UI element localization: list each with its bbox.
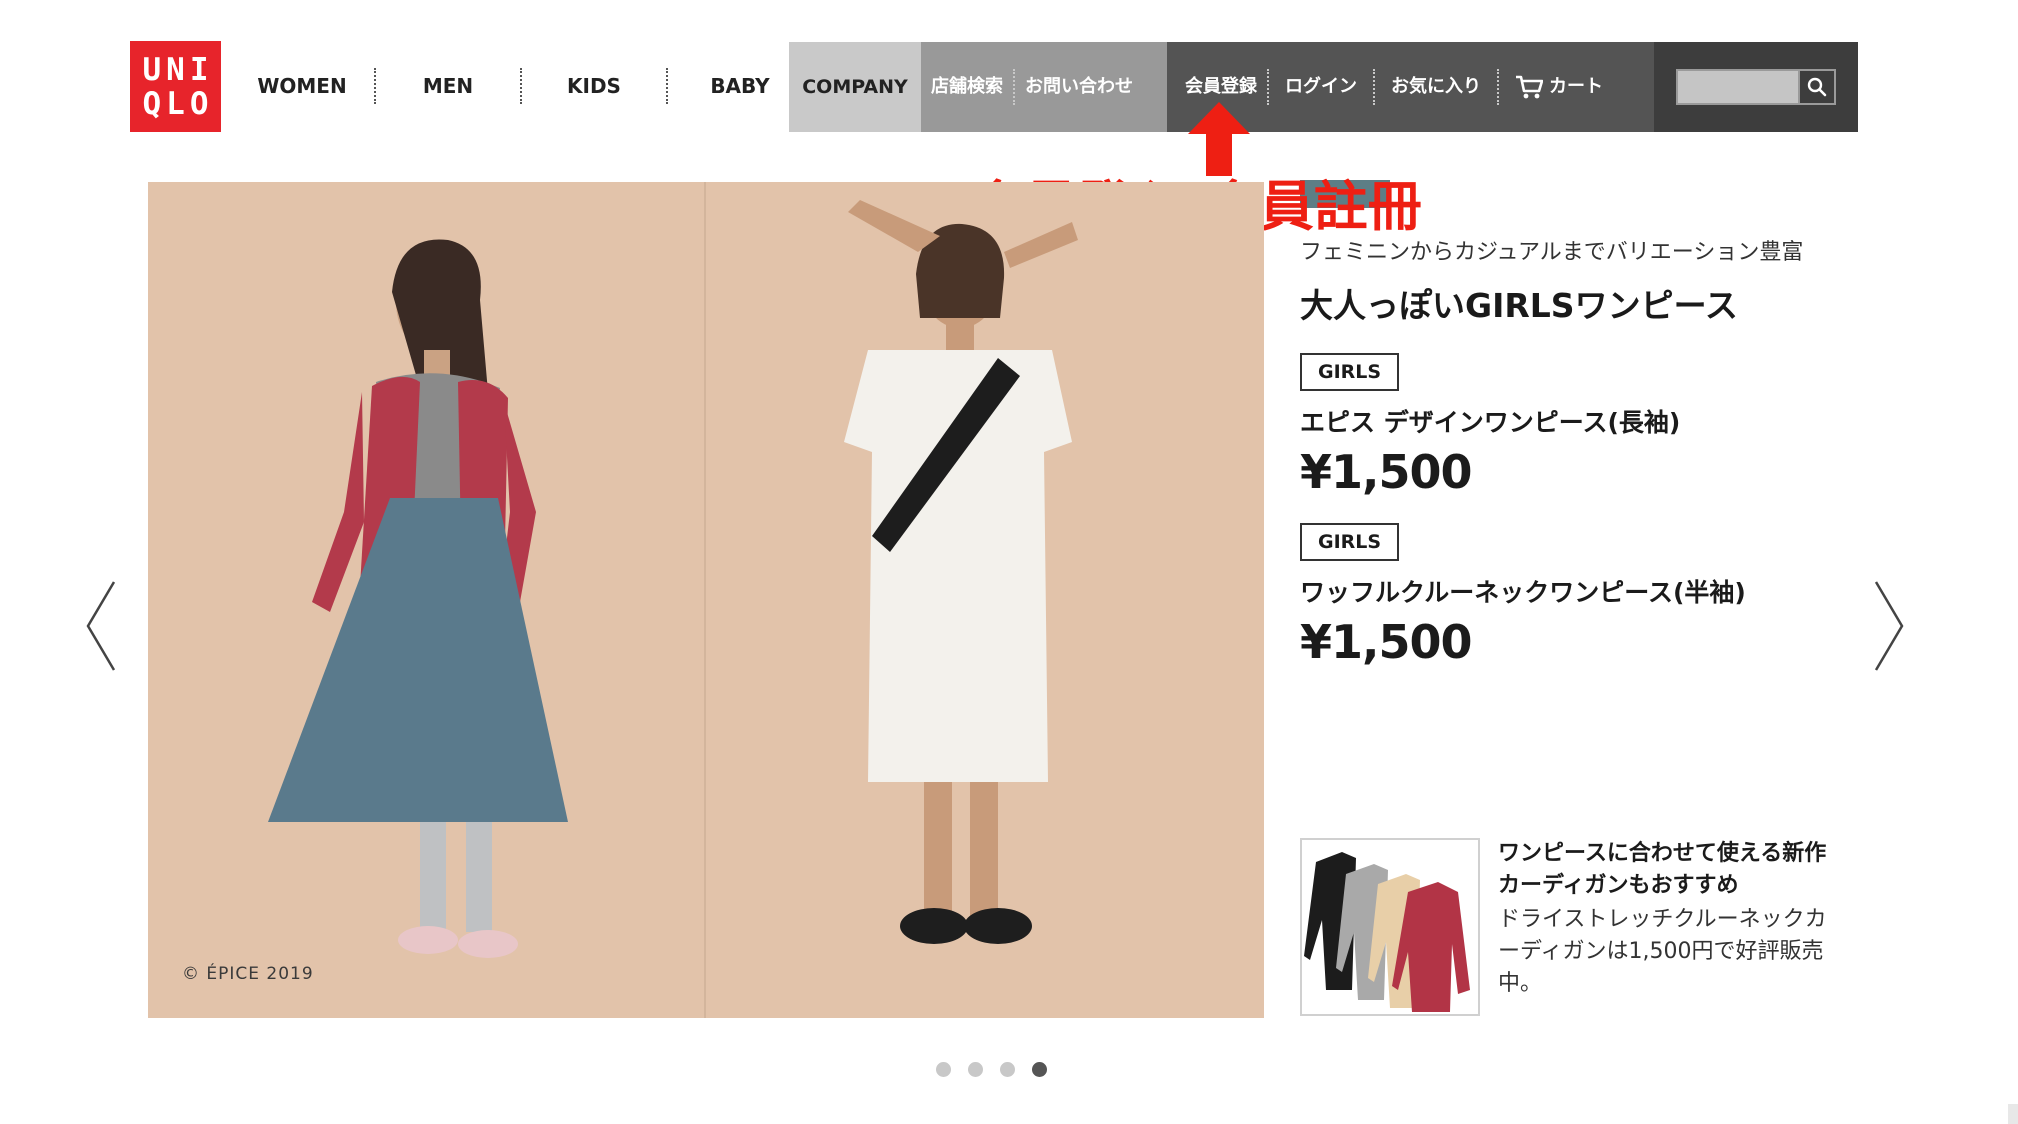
nav-men[interactable]: MEN — [376, 68, 522, 104]
hero-divider — [704, 182, 706, 1018]
nav-kids[interactable]: KIDS — [522, 68, 668, 104]
favorites-link[interactable]: お気に入り — [1375, 69, 1499, 105]
category-badge: GIRLS — [1300, 353, 1400, 391]
hero-copyright: © ÉPICE 2019 — [182, 964, 314, 984]
carousel-dots — [936, 1062, 1047, 1077]
nav-women[interactable]: WOMEN — [230, 68, 376, 104]
product-info-panel: フェミニンからカジュアルまでバリエーション豊富 大人っぽいGIRLSワンピース … — [1300, 236, 1860, 669]
up-arrow-icon — [1188, 102, 1250, 176]
company-link[interactable]: COMPANY — [789, 42, 921, 132]
utility-group-info: 店舗検索 お問い合わせ — [921, 42, 1167, 132]
hero-illustration — [268, 200, 1078, 958]
search-icon — [1807, 77, 1827, 97]
utility-nav: COMPANY 店舗検索 お問い合わせ 会員登録 ログイン お気に入り カート — [789, 42, 1858, 132]
chevron-left-icon[interactable] — [84, 578, 118, 674]
product-name[interactable]: ワッフルクルーネックワンピース(半袖) — [1300, 573, 1860, 609]
hero-image[interactable]: © ÉPICE 2019 — [148, 182, 1264, 1018]
product-name[interactable]: エピス デザインワンピース(長袖) — [1300, 403, 1860, 439]
chevron-right-icon[interactable] — [1872, 578, 1906, 674]
product-item[interactable]: GIRLS エピス デザインワンピース(長袖) ¥1,500 — [1300, 353, 1860, 499]
category-nav: WOMEN MEN KIDS BABY — [230, 52, 812, 120]
promo-text: ワンピースに合わせて使える新作カーディガンもおすすめ ドライストレッチクルーネッ… — [1498, 838, 1838, 1000]
search-box — [1654, 42, 1858, 132]
register-link[interactable]: 会員登録 — [1167, 69, 1269, 105]
login-link[interactable]: ログイン — [1269, 69, 1375, 105]
search-button[interactable] — [1798, 69, 1836, 105]
feature-subtitle: フェミニンからカジュアルまでバリエーション豊富 — [1300, 240, 1804, 265]
carousel-dot-2[interactable] — [968, 1062, 983, 1077]
product-price: ¥1,500 — [1300, 445, 1473, 499]
cardigan-thumbnail — [1304, 852, 1470, 1012]
uniqlo-logo[interactable]: UNI QLO — [130, 41, 221, 132]
contact-link[interactable]: お問い合わせ — [1015, 69, 1143, 105]
left-model-figure — [268, 239, 568, 958]
feature-headline[interactable]: 大人っぽいGIRLSワンピース — [1300, 279, 1860, 327]
cart-link[interactable]: カート — [1499, 69, 1613, 105]
product-item[interactable]: GIRLS ワッフルクルーネックワンピース(半袖) ¥1,500 — [1300, 523, 1860, 669]
carousel-dot-3[interactable] — [1000, 1062, 1015, 1077]
carousel-dot-4[interactable] — [1032, 1062, 1047, 1077]
page-edge-mark — [2008, 1104, 2018, 1124]
carousel-dot-1[interactable] — [936, 1062, 951, 1077]
right-model-figure — [844, 200, 1078, 944]
search-input[interactable] — [1676, 69, 1798, 105]
promo-title[interactable]: ワンピースに合わせて使える新作カーディガンもおすすめ — [1498, 838, 1838, 902]
store-search-link[interactable]: 店舗検索 — [921, 69, 1015, 105]
promo-block[interactable]: ワンピースに合わせて使える新作カーディガンもおすすめ ドライストレッチクルーネッ… — [1300, 838, 1860, 1018]
promo-image[interactable] — [1300, 838, 1480, 1016]
logo-line-1: UNI — [142, 51, 214, 88]
cart-icon — [1516, 75, 1543, 99]
product-price: ¥1,500 — [1300, 615, 1473, 669]
promo-body: ドライストレッチクルーネックカーディガンは1,500円で好評販売中。 — [1498, 907, 1827, 996]
category-badge: GIRLS — [1300, 523, 1400, 561]
logo-line-2: QLO — [142, 85, 214, 122]
cart-label: カート — [1549, 76, 1603, 97]
